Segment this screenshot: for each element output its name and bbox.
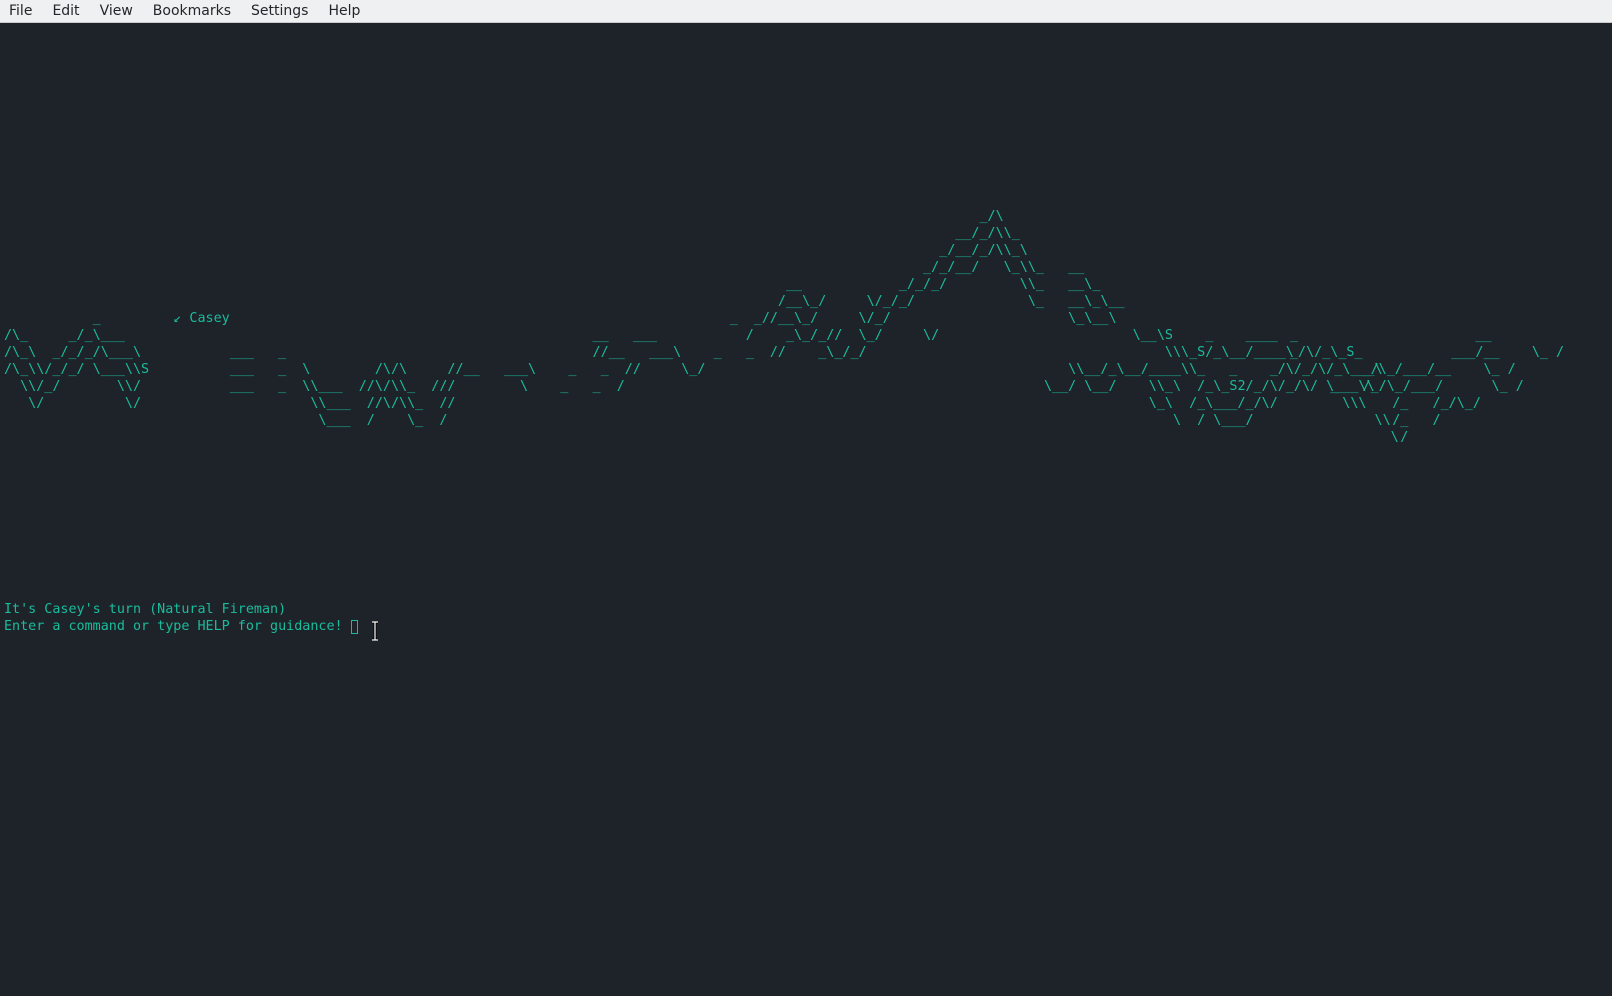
art-line: /\_\ _/_/_/\___\ ___ _ //__ ___\ _ _ // … [4,345,1294,360]
art-line-right: /_ /_/\_/ [1360,396,1481,411]
menu-settings[interactable]: Settings [241,0,318,22]
ibeam-cursor-icon [372,621,378,641]
menu-bar: File Edit View Bookmarks Settings Help [0,0,1612,23]
menu-file[interactable]: File [0,0,42,22]
art-line-right: _ /_/\_/___/ \_ / [1290,379,1524,394]
art-line: /__\_/ \/_/_/ \_ __\_\__ [4,294,1125,309]
art-line: /\_ _/_\___ __ ___ / _\_/_// \_/ \/ \__\… [4,328,1278,343]
menu-help[interactable]: Help [318,0,370,22]
art-line: \___ / \_ / \ / \___/ \\ [4,413,1391,428]
art-line-right: / [1360,430,1409,445]
menu-view[interactable]: View [90,0,143,22]
art-line: /\_\\/_/_/ \___\\S ___ _ \ /\/\ //__ ___… [4,362,1383,377]
menu-edit[interactable]: Edit [42,0,89,22]
art-line: __/_/\\_ [4,226,1020,241]
prompt-row[interactable]: Enter a command or type HELP for guidanc… [4,618,358,635]
art-line: \/ \/ \\___ //\/\\_ // \_\ /_\___/_/\/ \… [4,396,1367,411]
art-line: _/\ [4,209,1004,224]
art-line: \ [4,430,1399,445]
art-line: __ _/_/_/ \\_ __\_ [4,277,1101,292]
menu-bookmarks[interactable]: Bookmarks [143,0,241,22]
art-line-right: _/\_/___/__ \_ / [1290,362,1516,377]
art-line: _/_/__/ \_\\_ __ [4,260,1085,275]
text-cursor-icon [350,619,358,634]
prompt-text: Enter a command or type HELP for guidanc… [4,619,343,634]
art-line-right: /_ / [1360,413,1441,428]
art-line: _/__/_/\\_\ [4,243,1028,258]
art-line-right: _/\/_\_S_ ___/__ \_ / [1290,345,1565,360]
status-line: It's Casey's turn (Natural Fireman) [4,602,287,617]
art-line: \\/_/ \\/ ___ _ \\___ //\/\\_ /// \ _ _ … [4,379,1375,394]
terminal-area[interactable]: _/\ __/_/\\_ _/__/_/\\_\ _/_/__/ \_\\_ _… [0,23,1612,996]
art-line-right: _ __ [1290,328,1492,343]
art-line: _ ↙ Casey _ _//__\_/ \/_/ \_\__\ [4,311,1117,326]
